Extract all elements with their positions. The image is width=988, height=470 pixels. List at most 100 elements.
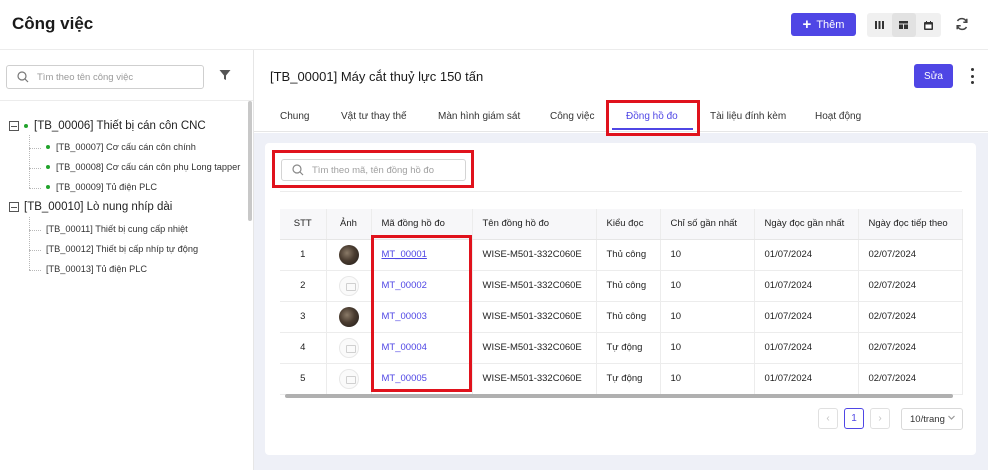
columns-view-icon[interactable] — [867, 13, 892, 37]
tree-connector — [29, 148, 41, 149]
tree-node-label: [TB_00011] Thiết bị cung cấp nhiệt — [46, 224, 188, 234]
column-header[interactable]: Ảnh — [326, 209, 372, 240]
highlight-box — [272, 150, 474, 188]
search-icon — [17, 71, 29, 86]
column-header[interactable]: STT — [280, 209, 327, 240]
gauge-name: WISE-M501-332C060E — [472, 301, 597, 333]
next-read-date: 02/07/2024 — [858, 332, 963, 364]
tree-connector — [29, 168, 41, 169]
last-value: 10 — [660, 239, 755, 271]
column-header[interactable]: Kiểu đọc — [596, 209, 661, 240]
gauge-image-cell — [326, 332, 372, 364]
edit-button[interactable]: Sửa — [914, 64, 953, 88]
read-mode: Tự động — [596, 363, 661, 395]
tab-monitoring[interactable]: Màn hình giám sát — [438, 111, 520, 122]
tree-connector — [29, 188, 41, 189]
tree-node-tb-00010[interactable]: [TB_00010] Lò nung nhíp dài — [9, 201, 172, 213]
last-read-date: 01/07/2024 — [754, 239, 859, 271]
row-number: 5 — [280, 363, 327, 395]
collapse-icon[interactable] — [9, 121, 19, 131]
divider — [0, 100, 253, 101]
tree-node-tb-00007[interactable]: [TB_00007] Cơ cấu cán côn chính — [46, 142, 196, 152]
last-read-date: 01/07/2024 — [754, 270, 859, 302]
image-placeholder-icon — [338, 337, 359, 358]
plus-icon: + — [802, 16, 812, 33]
gauge-photo — [338, 244, 359, 265]
highlight-box — [606, 100, 700, 136]
tree-node-label: [TB_00012] Thiết bị cấp nhíp tự động — [46, 244, 199, 254]
add-button-label: Thêm — [816, 18, 845, 31]
gauge-image-cell — [326, 270, 372, 302]
page-size-value: 10/trang — [910, 413, 945, 425]
last-value: 10 — [660, 270, 755, 302]
tab-tasks[interactable]: Công việc — [550, 111, 594, 122]
last-value: 10 — [660, 332, 755, 364]
collapse-icon[interactable] — [9, 202, 19, 212]
tree-connector — [29, 270, 41, 271]
tab-attachments[interactable]: Tài liệu đính kèm — [710, 111, 786, 122]
add-button[interactable]: + Thêm — [791, 13, 856, 36]
last-read-date: 01/07/2024 — [754, 363, 859, 395]
gauge-name: WISE-M501-332C060E — [472, 270, 597, 302]
last-value: 10 — [660, 301, 755, 333]
tree-node-label: [TB_00007] Cơ cấu cán côn chính — [56, 142, 196, 152]
task-search-placeholder: Tìm theo tên công việc — [37, 72, 134, 83]
column-header[interactable]: Tên đồng hồ đo — [472, 209, 597, 240]
page-size-select[interactable]: 10/trang — [901, 408, 963, 430]
gauge-name: WISE-M501-332C060E — [472, 332, 597, 364]
tree-node-tb-00012[interactable]: [TB_00012] Thiết bị cấp nhíp tự động — [46, 244, 198, 254]
column-header[interactable]: Ngày đọc gần nhất — [754, 209, 859, 240]
image-placeholder-icon — [338, 368, 359, 389]
prev-page-button[interactable]: ‹ — [818, 408, 838, 429]
read-mode: Thủ công — [596, 270, 661, 302]
gauge-image-cell — [326, 363, 372, 395]
page-number-current[interactable]: 1 — [844, 408, 864, 429]
more-options-icon[interactable] — [969, 68, 975, 84]
row-number: 4 — [280, 332, 327, 364]
tree-connector — [29, 230, 41, 231]
board-view-icon[interactable] — [891, 13, 917, 37]
calendar-view-icon[interactable] — [916, 13, 941, 37]
equipment-title: [TB_00001] Máy cắt thuỷ lực 150 tấn — [270, 69, 484, 84]
tree-node-label: [TB_00006] Thiết bị cán côn CNC — [34, 120, 206, 132]
image-placeholder-icon — [338, 275, 359, 296]
tree-connector — [29, 250, 41, 251]
tree-node-tb-00013[interactable]: [TB_00013] Tủ điện PLC — [46, 264, 147, 274]
scrollbar[interactable] — [248, 101, 252, 221]
status-dot — [46, 165, 50, 169]
tab-spare-parts[interactable]: Vật tư thay thế — [341, 111, 407, 122]
tree-node-tb-00006[interactable]: [TB_00006] Thiết bị cán côn CNC — [9, 120, 206, 132]
tab-general[interactable]: Chung — [280, 111, 309, 122]
last-read-date: 01/07/2024 — [754, 301, 859, 333]
next-read-date: 02/07/2024 — [858, 363, 963, 395]
tree-connector — [29, 217, 30, 270]
tree-node-tb-00011[interactable]: [TB_00011] Thiết bị cung cấp nhiệt — [46, 224, 188, 234]
tree-node-label: [TB_00008] Cơ cấu cán côn phụ Long tappe… — [56, 162, 241, 172]
gauge-image-cell — [326, 239, 372, 271]
equipment-tree-panel: Tìm theo tên công việc [TB_00006] Thiết … — [0, 50, 254, 470]
column-header[interactable]: Chỉ số gần nhất — [660, 209, 755, 240]
tree-node-label: [TB_00010] Lò nung nhíp dài — [24, 201, 173, 213]
top-bar: Công việc + Thêm — [0, 0, 988, 50]
status-dot — [24, 124, 28, 128]
tab-activity[interactable]: Hoạt động — [815, 111, 861, 122]
page-title: Công việc — [12, 14, 94, 33]
tree-node-tb-00008[interactable]: [TB_00008] Cơ cấu cán côn phụ Long tappe… — [46, 162, 240, 172]
gauge-name: WISE-M501-332C060E — [472, 363, 597, 395]
tree-connector — [29, 135, 30, 188]
row-number: 3 — [280, 301, 327, 333]
column-header[interactable]: Ngày đọc tiếp theo — [858, 209, 963, 240]
task-search-input[interactable]: Tìm theo tên công việc — [6, 65, 204, 89]
next-read-date: 02/07/2024 — [858, 239, 963, 271]
next-read-date: 02/07/2024 — [858, 270, 963, 302]
horizontal-scrollbar[interactable] — [285, 394, 953, 398]
read-mode: Thủ công — [596, 301, 661, 333]
next-page-button[interactable]: › — [870, 408, 890, 429]
row-number: 1 — [280, 239, 327, 271]
status-dot — [46, 145, 50, 149]
read-mode: Thủ công — [596, 239, 661, 271]
refresh-icon[interactable] — [954, 16, 970, 32]
filter-icon[interactable] — [219, 69, 231, 84]
divider — [280, 191, 962, 192]
tree-node-tb-00009[interactable]: [TB_00009] Tủ điện PLC — [46, 182, 157, 192]
